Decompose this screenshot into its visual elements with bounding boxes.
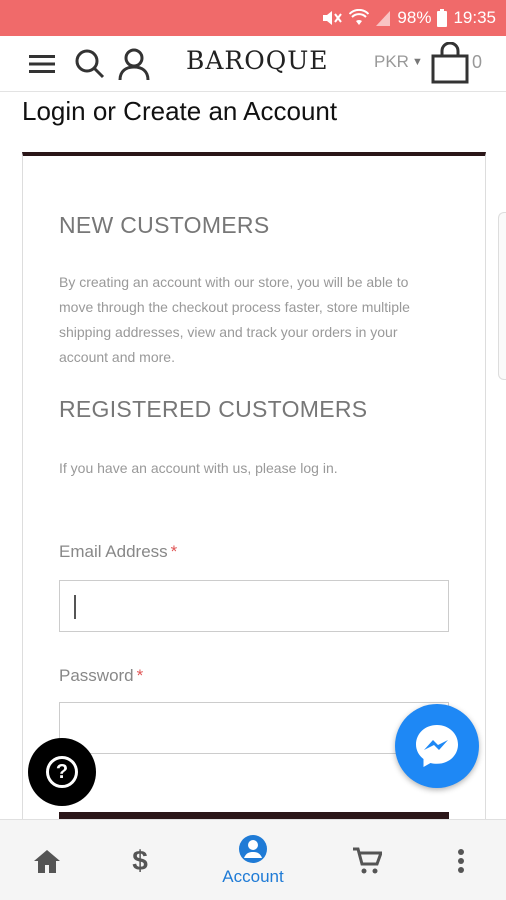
question-icon: ? xyxy=(46,756,78,788)
brand-logo[interactable]: BAROQUE xyxy=(186,46,329,75)
new-customers-text: By creating an account with our store, y… xyxy=(59,270,439,370)
nav-prices[interactable]: $ xyxy=(115,820,165,900)
bottom-nav: $ Account xyxy=(0,819,506,900)
user-icon[interactable] xyxy=(116,44,152,84)
email-label-text: Email Address xyxy=(59,542,168,561)
cart-icon[interactable] xyxy=(430,41,470,84)
new-customers-heading: NEW CUSTOMERS xyxy=(59,212,270,238)
more-icon xyxy=(458,848,464,873)
password-label-text: Password xyxy=(59,666,134,685)
nav-home[interactable] xyxy=(22,820,72,900)
search-icon[interactable] xyxy=(72,44,108,84)
email-field[interactable] xyxy=(59,580,449,632)
text-cursor xyxy=(74,595,76,619)
menu-icon[interactable] xyxy=(24,44,60,84)
currency-label: PKR xyxy=(374,52,409,71)
currency-selector[interactable]: PKR ▼ xyxy=(374,52,423,72)
scroll-handle[interactable] xyxy=(498,212,506,380)
battery-icon xyxy=(437,9,448,27)
password-field[interactable] xyxy=(59,702,449,754)
cart-count: 0 xyxy=(472,52,483,72)
chevron-down-icon: ▼ xyxy=(411,56,423,68)
dollar-icon: $ xyxy=(132,844,148,876)
status-bar: 98% 19:35 xyxy=(0,0,506,36)
signal-icon xyxy=(375,9,391,27)
password-label: Password * xyxy=(59,666,143,686)
cart-icon xyxy=(353,847,382,873)
help-button[interactable]: ? xyxy=(28,738,96,806)
required-mark: * xyxy=(136,666,144,685)
app-header: BAROQUE PKR ▼ 0 xyxy=(0,36,506,92)
messenger-icon xyxy=(416,725,458,767)
registered-customers-text: If you have an account with us, please l… xyxy=(59,460,338,476)
page-title: Login or Create an Account xyxy=(22,96,338,126)
wifi-icon xyxy=(349,9,370,27)
nav-account-label: Account xyxy=(222,867,284,886)
battery-percent: 98% xyxy=(397,8,432,27)
nav-cart[interactable] xyxy=(342,820,392,900)
home-icon xyxy=(34,849,60,873)
email-label: Email Address * xyxy=(59,542,177,562)
new-customers-line: By creating an account with our store, y… xyxy=(59,274,409,290)
account-icon xyxy=(239,835,267,863)
messenger-button[interactable] xyxy=(395,704,479,788)
required-mark: * xyxy=(170,542,178,561)
mute-icon xyxy=(321,8,343,28)
nav-more[interactable] xyxy=(436,820,486,900)
new-customers-line: shipping addresses, view and track your … xyxy=(59,324,398,340)
registered-customers-heading: REGISTERED CUSTOMERS xyxy=(59,396,368,422)
new-customers-line: account and more. xyxy=(59,349,175,365)
clock: 19:35 xyxy=(453,8,496,27)
new-customers-line: move through the checkout process faster… xyxy=(59,299,410,315)
nav-account[interactable]: Account xyxy=(203,820,303,900)
